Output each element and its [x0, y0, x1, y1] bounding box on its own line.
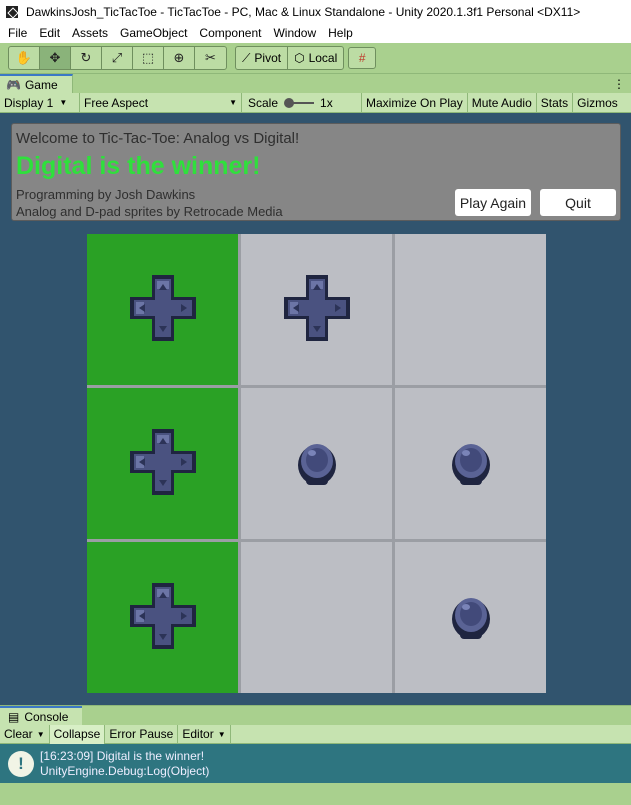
transform-tool-icon[interactable]: ⊕ [164, 47, 195, 69]
editor-dropdown-icon: ▼ [217, 729, 226, 739]
dpad-piece-icon [128, 427, 198, 500]
scale-control[interactable]: Scale 1x [242, 92, 362, 113]
dpad-piece-icon [128, 273, 198, 346]
stats-toggle[interactable]: Stats [537, 92, 574, 113]
tab-game[interactable]: 🎮 Game [0, 74, 73, 94]
display-dropdown[interactable]: Display 1 [0, 92, 80, 113]
menu-window[interactable]: Window [267, 26, 322, 40]
pivot-label: Pivot [254, 51, 282, 65]
board-cell[interactable] [87, 542, 238, 693]
scale-slider-knob[interactable] [284, 97, 295, 108]
sprites-credit: Analog and D-pad sprites by Retrocade Me… [16, 204, 283, 219]
maximize-on-play-toggle[interactable]: Maximize On Play [362, 92, 468, 113]
console-log-entry[interactable]: ! [16:23:09] Digital is the winner! Unit… [0, 744, 631, 783]
console-tab-bar: ▤ Console [0, 705, 631, 726]
board-cell[interactable] [395, 542, 546, 693]
main-toolbar: ✋ ✥ ↻ ⤢ ⬚ ⊕ ✂ ⟋ Pivot ⬡ Local # [0, 43, 631, 73]
scale-value: 1x [320, 95, 333, 110]
hand-tool-icon[interactable]: ✋ [9, 47, 40, 69]
scale-slider[interactable] [284, 97, 315, 108]
info-icon: ! [8, 750, 34, 777]
menu-file[interactable]: File [2, 26, 33, 40]
menu-assets[interactable]: Assets [66, 26, 114, 40]
board-cell[interactable] [395, 388, 546, 539]
cube-icon: ⬡ [294, 51, 305, 65]
console-icon: ▤ [8, 710, 20, 724]
tic-tac-toe-board [87, 234, 546, 693]
scale-tool-icon[interactable]: ⤢ [102, 47, 133, 69]
status-bar [0, 783, 631, 805]
console-toolbar: Clear ▼ Collapse Error Pause Editor ▼ [0, 724, 631, 744]
tab-menu-icon[interactable]: ⋮ [613, 77, 625, 91]
display-label: Display 1 [4, 95, 54, 110]
local-button[interactable]: ⬡ Local [288, 47, 343, 69]
editor-label: Editor [182, 727, 214, 741]
analog-stick-piece-icon [450, 591, 492, 644]
quit-button[interactable]: Quit [540, 189, 616, 216]
board-cell[interactable] [241, 542, 392, 693]
pivot-button[interactable]: ⟋ Pivot [236, 47, 289, 69]
menu-component[interactable]: Component [193, 26, 267, 40]
mute-label: Mute Audio [471, 95, 532, 110]
unity-logo-icon [6, 5, 18, 18]
tab-console[interactable]: ▤ Console [0, 706, 83, 726]
custom-tool-icon[interactable]: ✂ [195, 47, 226, 69]
rect-tool-icon[interactable]: ⬚ [133, 47, 164, 69]
board-cell[interactable] [87, 388, 238, 539]
menu-help[interactable]: Help [322, 26, 359, 40]
collapse-label: Collapse [53, 727, 101, 741]
board-cell[interactable] [87, 234, 238, 385]
grid-snap-icon[interactable]: # [348, 47, 377, 69]
analog-stick-piece-icon [450, 437, 492, 490]
board-cell[interactable] [241, 388, 392, 539]
move-tool-icon[interactable]: ✥ [40, 47, 71, 69]
clear-button[interactable]: Clear ▼ [0, 724, 50, 744]
aspect-dropdown[interactable]: Free Aspect [80, 92, 242, 113]
welcome-text: Welcome to Tic-Tac-Toe: Analog vs Digita… [16, 130, 300, 147]
tab-game-label: Game [24, 78, 58, 92]
gamepad-icon: 🎮 [6, 78, 21, 92]
game-toolbar: Display 1 Free Aspect Scale 1x Maximize … [0, 92, 631, 113]
error-pause-label: Error Pause [109, 727, 174, 741]
window-titlebar: DawkinsJosh_TicTacToe - TicTacToe - PC, … [0, 0, 631, 23]
game-tab-bar: 🎮 Game ⋮ [0, 73, 631, 94]
window-title: DawkinsJosh_TicTacToe - TicTacToe - PC, … [26, 4, 581, 19]
transform-tools: ✋ ✥ ↻ ⤢ ⬚ ⊕ ✂ [8, 46, 227, 70]
log-line-message: [16:23:09] Digital is the winner! [40, 748, 205, 763]
board-cell[interactable] [241, 234, 392, 385]
pivot-icon: ⟋ [242, 50, 251, 65]
analog-stick-piece-icon [296, 437, 338, 490]
game-banner: Welcome to Tic-Tac-Toe: Analog vs Digita… [11, 123, 621, 221]
aspect-label: Free Aspect [84, 95, 149, 110]
log-line-stacktrace: UnityEngine.Debug:Log(Object) [40, 763, 210, 778]
gizmos-label: Gizmos [577, 95, 618, 110]
menu-bar: File Edit Assets GameObject Component Wi… [0, 23, 631, 43]
tab-console-label: Console [24, 710, 69, 724]
maximize-label: Maximize On Play [366, 95, 463, 110]
scale-label: Scale [248, 95, 279, 110]
menu-gameobject[interactable]: GameObject [114, 26, 193, 40]
play-again-button[interactable]: Play Again [455, 189, 531, 216]
clear-dropdown-icon[interactable]: ▼ [37, 730, 45, 739]
clear-label: Clear [4, 727, 33, 741]
editor-dropdown[interactable]: Editor ▼ [178, 724, 231, 744]
dpad-piece-icon [128, 581, 198, 654]
winner-text: Digital is the winner! [16, 152, 261, 180]
board-cell[interactable] [395, 234, 546, 385]
mute-audio-toggle[interactable]: Mute Audio [468, 92, 537, 113]
gizmos-dropdown[interactable]: Gizmos [573, 93, 622, 113]
error-pause-toggle[interactable]: Error Pause [105, 724, 179, 744]
local-label: Local [308, 51, 338, 65]
rotate-tool-icon[interactable]: ↻ [71, 47, 102, 69]
game-view: Welcome to Tic-Tac-Toe: Analog vs Digita… [0, 113, 631, 705]
menu-edit[interactable]: Edit [33, 26, 66, 40]
collapse-toggle[interactable]: Collapse [49, 724, 106, 744]
dpad-piece-icon [282, 273, 352, 346]
stats-label: Stats [540, 95, 569, 110]
pivot-group: ⟋ Pivot ⬡ Local [235, 46, 345, 70]
programming-credit: Programming by Josh Dawkins [16, 187, 196, 202]
